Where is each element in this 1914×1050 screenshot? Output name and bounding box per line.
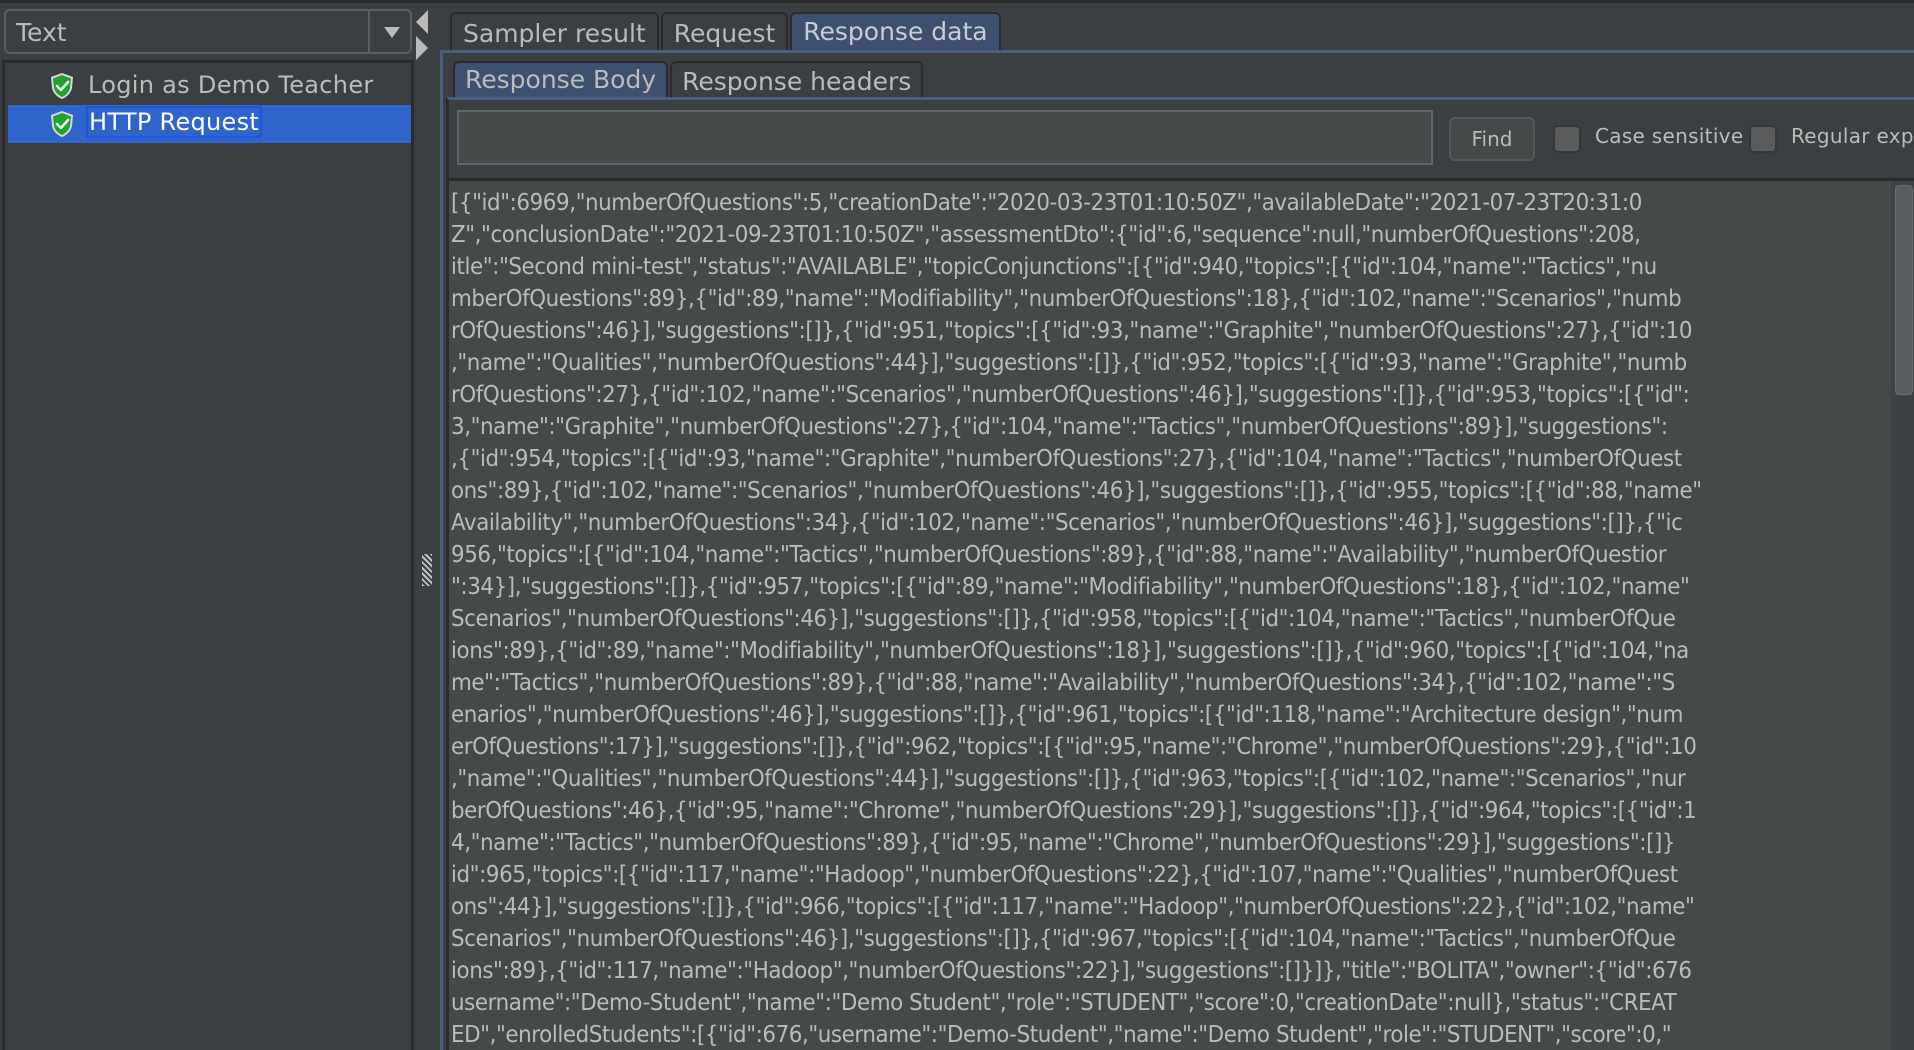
vertical-scrollbar[interactable] xyxy=(1891,181,1914,1050)
splitter-grip-handle[interactable] xyxy=(422,554,432,586)
response-data-pane: Response Body Response headers Find Case… xyxy=(440,50,1914,1050)
response-subtabs: Response Body Response headers xyxy=(453,61,925,99)
response-body-line: Z","conclusionDate":"2021-09-23T01:10:50… xyxy=(451,222,1641,248)
response-body-line: ions":89},{"id":117,"name":"Hadoop","num… xyxy=(451,958,1692,984)
regular-exp-checkbox[interactable] xyxy=(1749,125,1777,153)
jmeter-view-results-tree: Text Login as Demo Teacher HTTP Request … xyxy=(0,0,1914,1050)
tab-request[interactable]: Request xyxy=(660,12,789,52)
response-body-line: Scenarios","numberOfQuestions":46}],"sug… xyxy=(451,606,1676,632)
split-pane-divider[interactable] xyxy=(416,6,440,1050)
tab-response-body[interactable]: Response Body xyxy=(453,61,669,99)
response-body-line: rOfQuestions":46}],"suggestions":[]},{"i… xyxy=(451,318,1693,344)
renderer-select-value: Text xyxy=(16,18,67,47)
response-body-line: Availability","numberOfQuestions":34},{"… xyxy=(451,510,1683,536)
response-body-line: username":"Demo-Student","name":"Demo St… xyxy=(451,990,1677,1016)
response-body-line: enarios","numberOfQuestions":46}],"sugge… xyxy=(451,702,1684,728)
response-body-line: ,{"id":954,"topics":[{"id":93,"name":"Gr… xyxy=(451,446,1682,472)
renderer-select[interactable]: Text xyxy=(4,9,412,54)
tree-item-login-as-demo-teacher[interactable]: Login as Demo Teacher xyxy=(8,67,411,105)
results-tree-panel: Text Login as Demo Teacher HTTP Request xyxy=(0,6,416,1050)
select-separator xyxy=(368,11,370,52)
case-sensitive-checkbox[interactable] xyxy=(1553,125,1581,153)
chevron-down-icon[interactable] xyxy=(384,27,400,38)
response-body-line: Scenarios","numberOfQuestions":46}],"sug… xyxy=(451,926,1676,952)
response-body-line: erOfQuestions":17}],"suggestions":[]},{"… xyxy=(451,734,1697,760)
tab-sampler-result[interactable]: Sampler result xyxy=(450,12,659,52)
result-tabs: Sampler result Request Response data xyxy=(440,12,1001,52)
response-body-pane: Find Case sensitive Regular exp. [{"id":… xyxy=(446,97,1914,1050)
expand-right-arrow-icon[interactable] xyxy=(416,36,428,60)
response-body-line: 3,"name":"Graphite","numberOfQuestions":… xyxy=(451,414,1668,440)
tree-item-label: HTTP Request xyxy=(86,106,263,138)
response-body-content: [{"id":6969,"numberOfQuestions":5,"creat… xyxy=(451,187,1790,1050)
success-shield-icon xyxy=(51,111,73,137)
regular-exp-label: Regular exp. xyxy=(1791,124,1914,148)
response-body-line: ons":89},{"id":102,"name":"Scenarios","n… xyxy=(451,478,1702,504)
response-body-line: rOfQuestions":27},{"id":102,"name":"Scen… xyxy=(451,382,1690,408)
response-body-line: [{"id":6969,"numberOfQuestions":5,"creat… xyxy=(451,190,1642,216)
success-shield-icon xyxy=(51,73,73,99)
response-body-line: ons":44}],"suggestions":[]},{"id":966,"t… xyxy=(451,894,1695,920)
tab-response-data[interactable]: Response data xyxy=(790,12,1001,52)
response-body-line: ,"name":"Qualities","numberOfQuestions":… xyxy=(451,350,1687,376)
response-body-line: 956,"topics":[{"id":104,"name":"Tactics"… xyxy=(451,542,1667,568)
response-body-line: berOfQuestions":46},{"id":95,"name":"Chr… xyxy=(451,798,1697,824)
result-detail-panel: Sampler result Request Response data Res… xyxy=(440,6,1914,1050)
response-body-line: 4,"name":"Tactics","numberOfQuestions":8… xyxy=(451,830,1676,856)
response-body-line: id":965,"topics":[{"id":117,"name":"Hado… xyxy=(451,862,1678,888)
response-body-line: ions":89},{"id":89,"name":"Modifiability… xyxy=(451,638,1689,664)
response-body-line: ":34}],"suggestions":[]},{"id":957,"topi… xyxy=(451,574,1690,600)
collapse-left-arrow-icon[interactable] xyxy=(416,10,428,34)
response-body-line: me":"Tactics","numberOfQuestions":89},{"… xyxy=(451,670,1675,696)
case-sensitive-label: Case sensitive xyxy=(1595,124,1744,148)
find-button[interactable]: Find xyxy=(1449,117,1535,161)
response-body-line: ED","enrolledStudents":[{"id":676,"usern… xyxy=(451,1022,1672,1048)
scrollbar-thumb[interactable] xyxy=(1895,185,1913,395)
tree-item-label: Login as Demo Teacher xyxy=(88,71,374,99)
tab-response-headers[interactable]: Response headers xyxy=(670,61,924,99)
tree-item-http-request[interactable]: HTTP Request xyxy=(8,105,411,143)
response-body-line: ,"name":"Qualities","numberOfQuestions":… xyxy=(451,766,1686,792)
response-body-line: mberOfQuestions":89},{"id":89,"name":"Mo… xyxy=(451,286,1682,312)
search-input[interactable] xyxy=(457,110,1433,165)
response-body-line: itle":"Second mini-test","status":"AVAIL… xyxy=(451,254,1657,280)
sample-tree: Login as Demo Teacher HTTP Request xyxy=(2,60,414,1050)
response-body-text[interactable]: [{"id":6969,"numberOfQuestions":5,"creat… xyxy=(449,178,1914,1050)
